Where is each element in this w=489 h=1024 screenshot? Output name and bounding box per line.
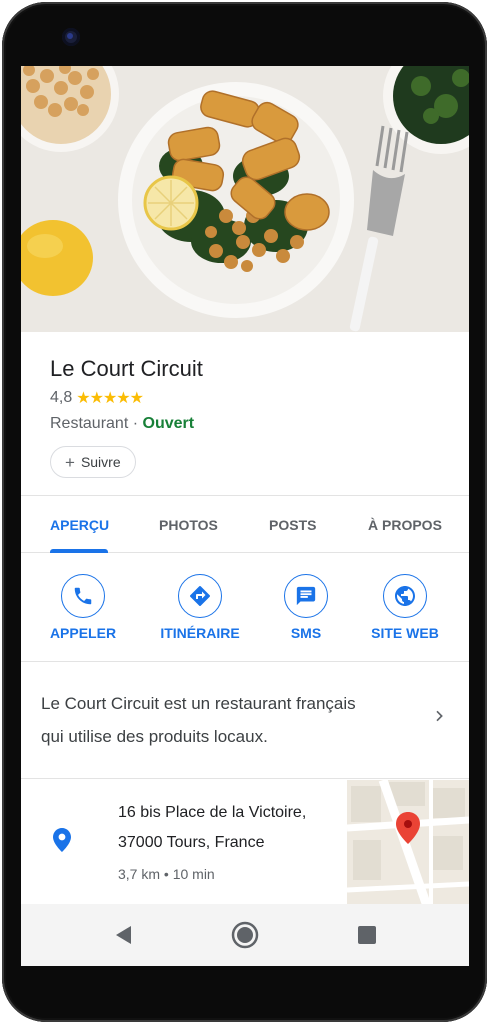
recents-icon[interactable] — [357, 925, 377, 945]
description-row[interactable]: Le Court Circuit est un restaurant franç… — [21, 663, 469, 779]
website-button[interactable]: SITE WEB — [350, 574, 460, 641]
address-line-1: 16 bis Place de la Victoire, — [118, 804, 307, 821]
place-category: Restaurant — [50, 415, 129, 432]
screen: Le Court Circuit 4,8 ★★★★★ Restaurant · … — [21, 66, 469, 966]
sms-label: SMS — [290, 625, 322, 641]
description-line-2: qui utilise des produits locaux. — [41, 727, 268, 746]
phone-icon — [61, 574, 105, 618]
follow-label: Suivre — [80, 454, 121, 470]
place-meta: Restaurant · Ouvert — [50, 415, 194, 433]
chevron-right-icon — [436, 710, 443, 722]
address-line-2: 37000 Tours, France — [118, 834, 265, 851]
back-icon[interactable] — [113, 924, 133, 946]
tab-posts[interactable]: POSTS — [269, 517, 316, 533]
description-line-1: Le Court Circuit est un restaurant franç… — [41, 694, 356, 713]
rating-row[interactable]: 4,8 ★★★★★ — [50, 388, 144, 408]
location-pin-icon — [53, 828, 71, 852]
phone-frame: Le Court Circuit 4,8 ★★★★★ Restaurant · … — [2, 2, 487, 1022]
plus-icon: + — [65, 452, 75, 472]
action-bar: APPELER ITINÉRAIRE SMS SITE WEB — [21, 554, 469, 662]
place-hero-photo[interactable] — [21, 66, 469, 332]
call-button[interactable]: APPELER — [28, 574, 138, 641]
rating-value: 4,8 — [50, 389, 73, 406]
travel-distance: 3,7 km • 10 min — [118, 866, 215, 882]
tab-a-propos[interactable]: À PROPOS — [368, 517, 442, 533]
globe-icon — [383, 574, 427, 618]
tab-apercu[interactable]: APERÇU — [50, 517, 109, 533]
tab-bar: APERÇU PHOTOS POSTS À PROPOS — [21, 497, 469, 553]
website-label: SITE WEB — [371, 625, 439, 641]
open-status: Ouvert — [142, 415, 195, 432]
directions-button[interactable]: ITINÉRAIRE — [145, 574, 255, 641]
sms-button[interactable]: SMS — [251, 574, 361, 641]
meta-separator: · — [132, 415, 139, 432]
front-camera-icon — [62, 28, 80, 46]
directions-label: ITINÉRAIRE — [160, 625, 240, 641]
active-tab-indicator — [50, 549, 108, 553]
place-info: Le Court Circuit 4,8 ★★★★★ Restaurant · … — [21, 332, 469, 496]
tab-photos[interactable]: PHOTOS — [159, 517, 218, 533]
description-text: Le Court Circuit est un restaurant franç… — [41, 687, 421, 753]
system-nav-bar — [21, 904, 469, 966]
message-icon — [284, 574, 328, 618]
home-icon[interactable] — [230, 920, 260, 950]
call-label: APPELER — [49, 625, 117, 641]
address-row[interactable]: 16 bis Place de la Victoire, 37000 Tours… — [21, 780, 469, 906]
map-thumbnail[interactable] — [347, 780, 469, 906]
directions-icon — [178, 574, 222, 618]
star-rating-icon: ★★★★★ — [76, 390, 144, 407]
place-title: Le Court Circuit — [50, 356, 203, 381]
follow-button[interactable]: + Suivre — [50, 446, 136, 478]
